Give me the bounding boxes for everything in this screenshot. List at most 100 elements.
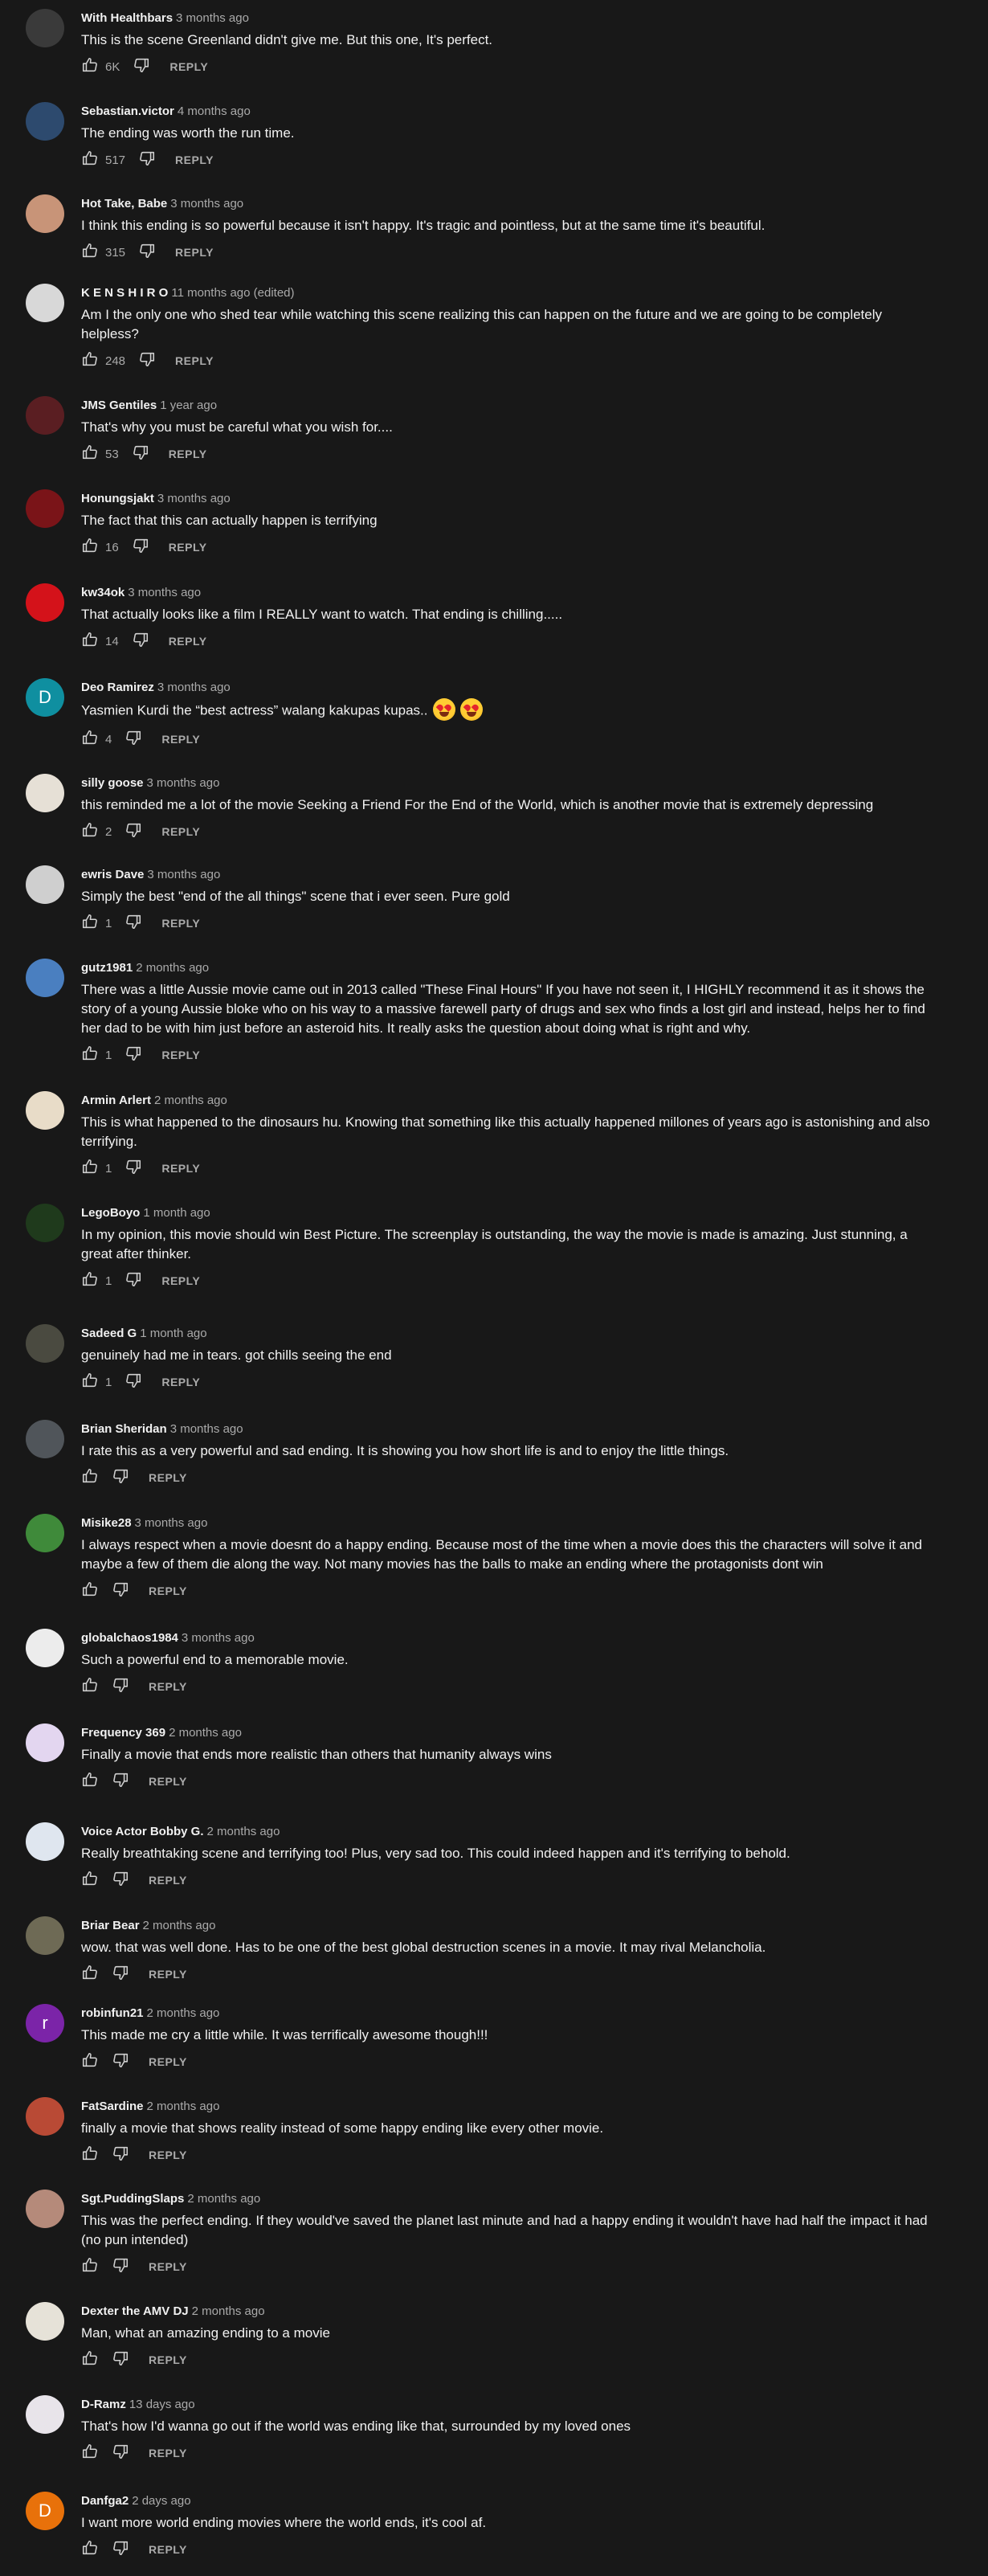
like-button[interactable] xyxy=(81,1771,99,1792)
reply-button[interactable]: REPLY xyxy=(161,1049,200,1061)
author-name[interactable]: With Healthbars xyxy=(81,11,173,25)
dislike-button[interactable] xyxy=(112,2349,129,2370)
like-button[interactable]: 1 xyxy=(81,1372,112,1392)
like-button[interactable]: 517 xyxy=(81,149,125,170)
reply-button[interactable]: REPLY xyxy=(161,1274,200,1287)
timestamp[interactable]: 2 months ago xyxy=(136,961,209,975)
dislike-button[interactable] xyxy=(133,56,150,77)
timestamp[interactable]: 3 months ago xyxy=(135,1516,208,1530)
dislike-button[interactable] xyxy=(125,1372,142,1392)
author-name[interactable]: FatSardine xyxy=(81,2100,144,2113)
reply-button[interactable]: REPLY xyxy=(149,2149,187,2161)
like-button[interactable] xyxy=(81,2145,99,2165)
avatar[interactable] xyxy=(26,865,64,904)
reply-button[interactable]: REPLY xyxy=(149,2055,187,2068)
like-button[interactable] xyxy=(81,1676,99,1697)
reply-button[interactable]: REPLY xyxy=(175,354,214,367)
reply-button[interactable]: REPLY xyxy=(169,60,208,73)
like-button[interactable] xyxy=(81,2256,99,2277)
dislike-button[interactable] xyxy=(112,2145,129,2165)
like-button[interactable]: 14 xyxy=(81,631,119,652)
avatar[interactable] xyxy=(26,1420,64,1458)
reply-button[interactable]: REPLY xyxy=(161,1162,200,1175)
like-button[interactable] xyxy=(81,1580,99,1601)
avatar[interactable] xyxy=(26,2302,64,2341)
like-button[interactable]: 248 xyxy=(81,350,125,371)
reply-button[interactable]: REPLY xyxy=(161,825,200,838)
like-button[interactable]: 1 xyxy=(81,1270,112,1291)
author-name[interactable]: Brian Sheridan xyxy=(81,1422,167,1436)
like-button[interactable]: 1 xyxy=(81,913,112,934)
reply-button[interactable]: REPLY xyxy=(149,2353,187,2366)
avatar[interactable] xyxy=(26,9,64,47)
avatar[interactable] xyxy=(26,489,64,528)
like-button[interactable]: 6K xyxy=(81,56,120,77)
avatar[interactable] xyxy=(26,2190,64,2228)
reply-button[interactable]: REPLY xyxy=(149,1680,187,1693)
like-button[interactable] xyxy=(81,1467,99,1488)
author-name[interactable]: Deo Ramirez xyxy=(81,681,154,694)
author-name[interactable]: K E N S H I R O xyxy=(81,286,168,300)
like-button[interactable]: 4 xyxy=(81,729,112,750)
avatar[interactable] xyxy=(26,1822,64,1861)
timestamp[interactable]: 3 months ago xyxy=(157,681,231,694)
reply-button[interactable]: REPLY xyxy=(149,1775,187,1788)
author-name[interactable]: robinfun21 xyxy=(81,2006,144,2020)
dislike-button[interactable] xyxy=(125,729,142,750)
dislike-button[interactable] xyxy=(112,1580,129,1601)
like-button[interactable]: 53 xyxy=(81,444,119,464)
reply-button[interactable]: REPLY xyxy=(149,1874,187,1887)
timestamp[interactable]: 4 months ago xyxy=(178,104,251,118)
avatar[interactable] xyxy=(26,2097,64,2136)
like-button[interactable] xyxy=(81,2539,99,2560)
avatar[interactable] xyxy=(26,396,64,435)
timestamp[interactable]: 3 months ago xyxy=(170,197,243,211)
timestamp[interactable]: 2 months ago xyxy=(154,1094,227,1107)
avatar[interactable] xyxy=(26,1324,64,1363)
author-name[interactable]: Voice Actor Bobby G. xyxy=(81,1825,204,1838)
author-name[interactable]: silly goose xyxy=(81,776,144,790)
timestamp[interactable]: 1 month ago xyxy=(140,1327,206,1340)
avatar[interactable] xyxy=(26,284,64,322)
like-button[interactable]: 1 xyxy=(81,1158,112,1179)
avatar[interactable] xyxy=(26,194,64,233)
reply-button[interactable]: REPLY xyxy=(169,635,207,648)
author-name[interactable]: Dexter the AMV DJ xyxy=(81,2304,189,2318)
reply-button[interactable]: REPLY xyxy=(169,448,207,460)
reply-button[interactable]: REPLY xyxy=(175,153,214,166)
like-button[interactable]: 1 xyxy=(81,1045,112,1065)
author-name[interactable]: globalchaos1984 xyxy=(81,1631,178,1645)
reply-button[interactable]: REPLY xyxy=(149,2543,187,2556)
avatar[interactable] xyxy=(26,959,64,997)
dislike-button[interactable] xyxy=(112,1467,129,1488)
timestamp[interactable]: 2 months ago xyxy=(192,2304,265,2318)
dislike-button[interactable] xyxy=(138,242,156,263)
avatar[interactable] xyxy=(26,1091,64,1130)
avatar[interactable] xyxy=(26,1723,64,1762)
dislike-button[interactable] xyxy=(112,1964,129,1985)
timestamp[interactable]: 13 days ago xyxy=(129,2398,195,2411)
dislike-button[interactable] xyxy=(125,1158,142,1179)
author-name[interactable]: Honungsjakt xyxy=(81,492,154,505)
dislike-button[interactable] xyxy=(112,1870,129,1891)
like-button[interactable]: 16 xyxy=(81,537,119,558)
like-button[interactable] xyxy=(81,1964,99,1985)
author-name[interactable]: Hot Take, Babe xyxy=(81,197,167,211)
avatar[interactable] xyxy=(26,1514,64,1552)
reply-button[interactable]: REPLY xyxy=(149,1968,187,1981)
avatar[interactable]: D xyxy=(26,678,64,717)
like-button[interactable] xyxy=(81,1870,99,1891)
dislike-button[interactable] xyxy=(138,350,156,371)
timestamp[interactable]: 2 months ago xyxy=(147,2100,220,2113)
dislike-button[interactable] xyxy=(112,2443,129,2464)
reply-button[interactable]: REPLY xyxy=(169,541,207,554)
dislike-button[interactable] xyxy=(138,149,156,170)
reply-button[interactable]: REPLY xyxy=(161,733,200,746)
timestamp[interactable]: 1 month ago xyxy=(143,1206,210,1220)
author-name[interactable]: Sgt.PuddingSlaps xyxy=(81,2192,184,2206)
dislike-button[interactable] xyxy=(125,913,142,934)
avatar[interactable] xyxy=(26,774,64,812)
timestamp[interactable]: 2 days ago xyxy=(132,2494,190,2508)
dislike-button[interactable] xyxy=(132,631,149,652)
author-name[interactable]: Danfga2 xyxy=(81,2494,129,2508)
